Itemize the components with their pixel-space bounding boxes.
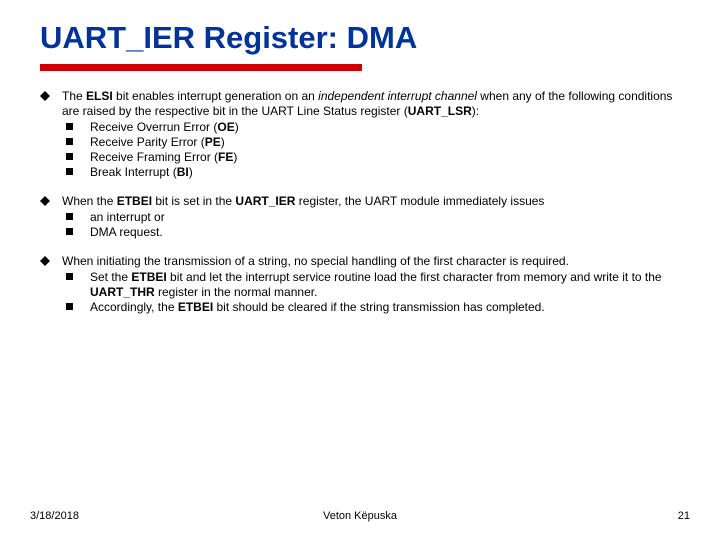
bullet-text: The ELSI bit enables interrupt generatio… xyxy=(62,89,680,180)
sub-bullet-text: DMA request. xyxy=(90,225,680,240)
sub-bullet-text: Receive Parity Error (PE) xyxy=(90,135,680,150)
sub-bullet-text: Set the ETBEI bit and let the interrupt … xyxy=(90,270,680,300)
sub-bullet-item: Accordingly, the ETBEI bit should be cle… xyxy=(62,300,680,315)
sub-bullet-item: an interrupt or xyxy=(62,210,680,225)
sub-bullet-item: Break Interrupt (BI) xyxy=(62,165,680,180)
sub-bullet-item: Receive Parity Error (PE) xyxy=(62,135,680,150)
square-bullet-icon xyxy=(62,270,90,300)
square-bullet-icon xyxy=(62,210,90,225)
title-underline xyxy=(40,64,362,71)
square-bullet-icon xyxy=(62,120,90,135)
bullet-item: The ELSI bit enables interrupt generatio… xyxy=(40,89,680,180)
diamond-bullet-icon xyxy=(40,254,62,315)
slide-title: UART_IER Register: DMA xyxy=(40,20,680,56)
sub-bullet-text: an interrupt or xyxy=(90,210,680,225)
square-bullet-icon xyxy=(62,150,90,165)
sub-bullet-item: Set the ETBEI bit and let the interrupt … xyxy=(62,270,680,300)
footer-author: Veton Këpuska xyxy=(30,510,690,522)
slide-body: The ELSI bit enables interrupt generatio… xyxy=(40,89,680,315)
square-bullet-icon xyxy=(62,135,90,150)
square-bullet-icon xyxy=(62,300,90,315)
square-bullet-icon xyxy=(62,165,90,180)
bullet-item: When the ETBEI bit is set in the UART_IE… xyxy=(40,194,680,240)
square-bullet-icon xyxy=(62,225,90,240)
bullet-text: When initiating the transmission of a st… xyxy=(62,254,680,315)
sub-bullet-text: Break Interrupt (BI) xyxy=(90,165,680,180)
bullet-text: When the ETBEI bit is set in the UART_IE… xyxy=(62,194,680,240)
footer-page-number: 21 xyxy=(678,510,690,522)
diamond-bullet-icon xyxy=(40,194,62,240)
sub-bullet-item: DMA request. xyxy=(62,225,680,240)
sub-bullet-text: Receive Framing Error (FE) xyxy=(90,150,680,165)
bullet-item: When initiating the transmission of a st… xyxy=(40,254,680,315)
sub-bullet-text: Receive Overrun Error (OE) xyxy=(90,120,680,135)
slide-footer: 3/18/2018 Veton Këpuska 21 xyxy=(30,510,690,522)
sub-bullet-text: Accordingly, the ETBEI bit should be cle… xyxy=(90,300,680,315)
sub-bullet-item: Receive Overrun Error (OE) xyxy=(62,120,680,135)
sub-bullet-item: Receive Framing Error (FE) xyxy=(62,150,680,165)
diamond-bullet-icon xyxy=(40,89,62,180)
